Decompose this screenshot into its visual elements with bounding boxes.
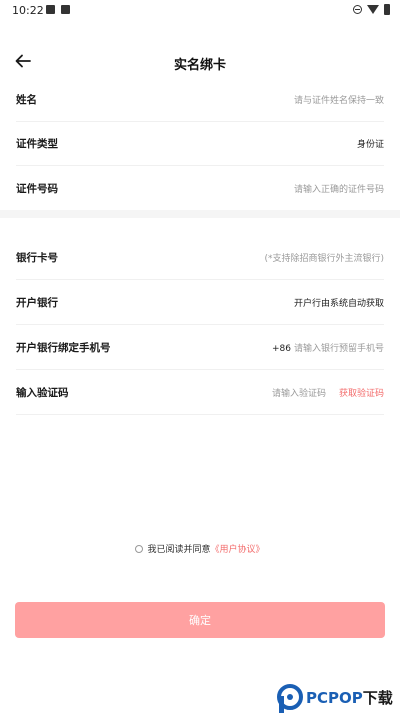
code-input[interactable]: 请输入验证码	[272, 386, 326, 399]
bank-value: 开户行由系统自动获取	[293, 299, 384, 309]
phone-prefix: +86	[271, 344, 291, 354]
bank-row: 开户银行 开户行由系统自动获取	[16, 281, 384, 325]
bank-label: 开户银行	[16, 297, 58, 309]
pcpop-logo-icon	[277, 684, 303, 713]
gallery-notification-icon	[46, 5, 55, 14]
confirm-button[interactable]: 确定	[15, 602, 385, 638]
phone-row[interactable]: 开户银行绑定手机号 +86 请输入银行预留手机号	[16, 326, 384, 370]
phone-input[interactable]: 请输入银行预留手机号	[294, 344, 384, 354]
id-type-row[interactable]: 证件类型 身份证	[16, 122, 384, 166]
nav-bar: 实名绑卡	[0, 44, 400, 80]
name-label: 姓名	[16, 94, 37, 106]
get-code-button[interactable]: 获取验证码	[339, 386, 384, 399]
code-row[interactable]: 输入验证码 请输入验证码 获取验证码	[16, 371, 384, 415]
code-label: 输入验证码	[16, 387, 69, 399]
status-bar: 10:22	[0, 0, 400, 22]
page-title: 实名绑卡	[173, 58, 226, 73]
id-number-row[interactable]: 证件号码 请输入正确的证件号码	[16, 167, 384, 211]
phone-field[interactable]: +86 请输入银行预留手机号	[272, 341, 384, 354]
status-notification-icons	[46, 5, 70, 14]
name-row[interactable]: 姓名 请与证件姓名保持一致	[16, 78, 384, 122]
agreement: 我已阅读并同意《用户协议》	[0, 542, 400, 555]
card-number-row[interactable]: 银行卡号 (*支持除招商银行外主流银行)	[16, 236, 384, 280]
agreement-checkbox[interactable]	[135, 545, 144, 553]
wifi-icon	[367, 5, 379, 14]
name-input[interactable]: 请与证件姓名保持一致	[294, 93, 384, 106]
id-number-label: 证件号码	[16, 183, 58, 195]
app-notification-icon	[61, 5, 70, 14]
watermark: PCPOP下载	[276, 682, 400, 718]
card-number-input[interactable]: (*支持除招商银行外主流银行)	[264, 251, 384, 264]
card-number-label: 银行卡号	[16, 252, 58, 264]
do-not-disturb-icon	[353, 5, 362, 14]
section-divider	[0, 210, 400, 218]
user-agreement-link[interactable]: 《用户协议》	[211, 545, 265, 555]
watermark-brand: PCPOP	[306, 689, 363, 707]
status-time: 10:22	[12, 4, 44, 17]
watermark-suffix: 下载	[362, 689, 393, 707]
id-type-value[interactable]: 身份证	[357, 137, 384, 150]
battery-icon	[384, 4, 390, 15]
id-number-input[interactable]: 请输入正确的证件号码	[294, 182, 384, 195]
phone-label: 开户银行绑定手机号	[16, 342, 111, 354]
status-system-icons	[353, 4, 390, 15]
watermark-text: PCPOP下载	[306, 687, 393, 708]
id-type-label: 证件类型	[16, 138, 58, 150]
agreement-text: 我已阅读并同意	[147, 545, 211, 555]
